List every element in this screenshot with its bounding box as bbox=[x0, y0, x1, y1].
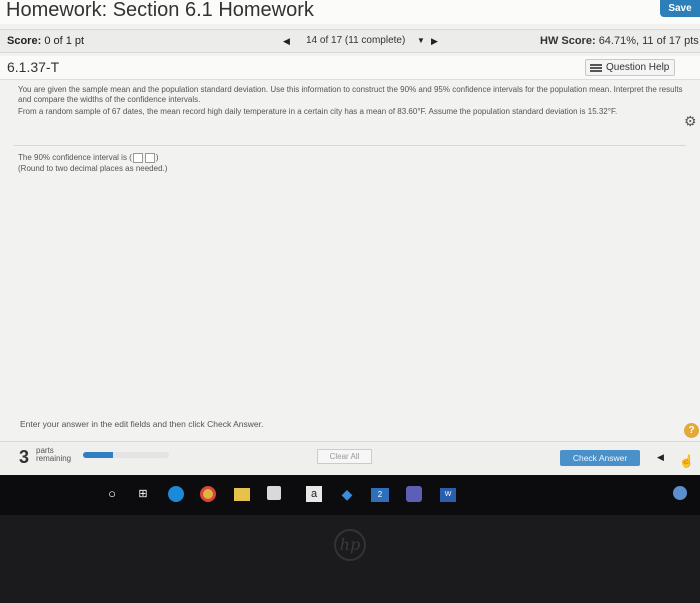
search-icon[interactable]: ○ bbox=[104, 486, 120, 502]
check-answer-button[interactable]: Check Answer bbox=[560, 450, 640, 466]
score-bar: Score: 0 of 1 pt ◀ 14 of 17 (11 complete… bbox=[0, 29, 700, 53]
teams-icon[interactable] bbox=[406, 486, 422, 502]
clear-all-button[interactable]: Clear All bbox=[317, 449, 372, 464]
laptop-bezel: hp bbox=[0, 515, 700, 603]
hand-cursor-icon: ☝ bbox=[679, 454, 694, 468]
store-icon[interactable] bbox=[267, 486, 281, 500]
dropbox-icon[interactable]: ◆ bbox=[339, 486, 355, 502]
parts-remaining-label: parts remaining bbox=[36, 446, 72, 463]
progress-fill bbox=[83, 452, 114, 458]
save-button[interactable]: Save bbox=[660, 0, 700, 17]
next-question-icon[interactable]: ▶ bbox=[431, 36, 438, 47]
edge-icon[interactable] bbox=[168, 486, 184, 502]
chevron-down-icon[interactable]: ▼ bbox=[417, 36, 425, 45]
rounding-note: (Round to two decimal places as needed.) bbox=[18, 164, 168, 173]
question-navigator[interactable]: 14 of 17 (11 complete) bbox=[306, 35, 405, 46]
weather-icon[interactable] bbox=[673, 486, 687, 500]
previous-part-icon[interactable]: ◀ bbox=[657, 452, 664, 463]
question-text: You are given the sample mean and the po… bbox=[18, 85, 688, 119]
answer-line: The 90% confidence interval is () bbox=[18, 152, 159, 163]
lower-bound-input[interactable] bbox=[132, 152, 143, 163]
bottom-bar: 3 parts remaining Clear All Check Answer… bbox=[0, 441, 700, 475]
question-prompt: From a random sample of 67 dates, the me… bbox=[18, 107, 618, 116]
word-icon[interactable]: W bbox=[440, 488, 456, 502]
hw-score: HW Score: 64.71%, 11 of 17 pts bbox=[540, 35, 699, 47]
answer-hint: Enter your answer in the edit fields and… bbox=[20, 419, 264, 429]
score: Score: 0 of 1 pt bbox=[7, 35, 85, 47]
page-title: Homework: Section 6.1 Homework bbox=[6, 0, 314, 21]
title-bar: Homework: Section 6.1 Homework Save bbox=[0, 0, 700, 24]
upper-bound-input[interactable] bbox=[144, 152, 155, 163]
task-view-icon[interactable]: ⊞ bbox=[135, 486, 151, 502]
question-instructions: You are given the sample mean and the po… bbox=[18, 85, 683, 104]
help-icon[interactable]: ? bbox=[684, 423, 699, 438]
question-id: 6.1.37-T bbox=[7, 59, 60, 75]
taskbar: ○ ⊞ a ◆ 2 W bbox=[0, 475, 700, 515]
chrome-icon[interactable] bbox=[200, 486, 216, 502]
parts-progress-bar bbox=[83, 452, 169, 458]
divider bbox=[14, 145, 686, 146]
file-explorer-icon[interactable] bbox=[234, 488, 250, 501]
list-icon bbox=[590, 64, 602, 72]
browser-screen: Homework: Section 6.1 Homework Save Scor… bbox=[0, 0, 700, 475]
previous-question-icon[interactable]: ◀ bbox=[283, 36, 290, 47]
mail-icon[interactable]: 2 bbox=[371, 488, 389, 502]
parts-remaining-count: 3 bbox=[19, 447, 30, 467]
question-header: 6.1.37-T Question Help ⚙ bbox=[0, 56, 700, 129]
answer-area: The 90% confidence interval is () (Round… bbox=[18, 152, 167, 174]
question-help-button[interactable]: Question Help bbox=[585, 59, 675, 76]
hp-logo: hp bbox=[334, 529, 366, 561]
amazon-icon[interactable]: a bbox=[306, 486, 322, 502]
